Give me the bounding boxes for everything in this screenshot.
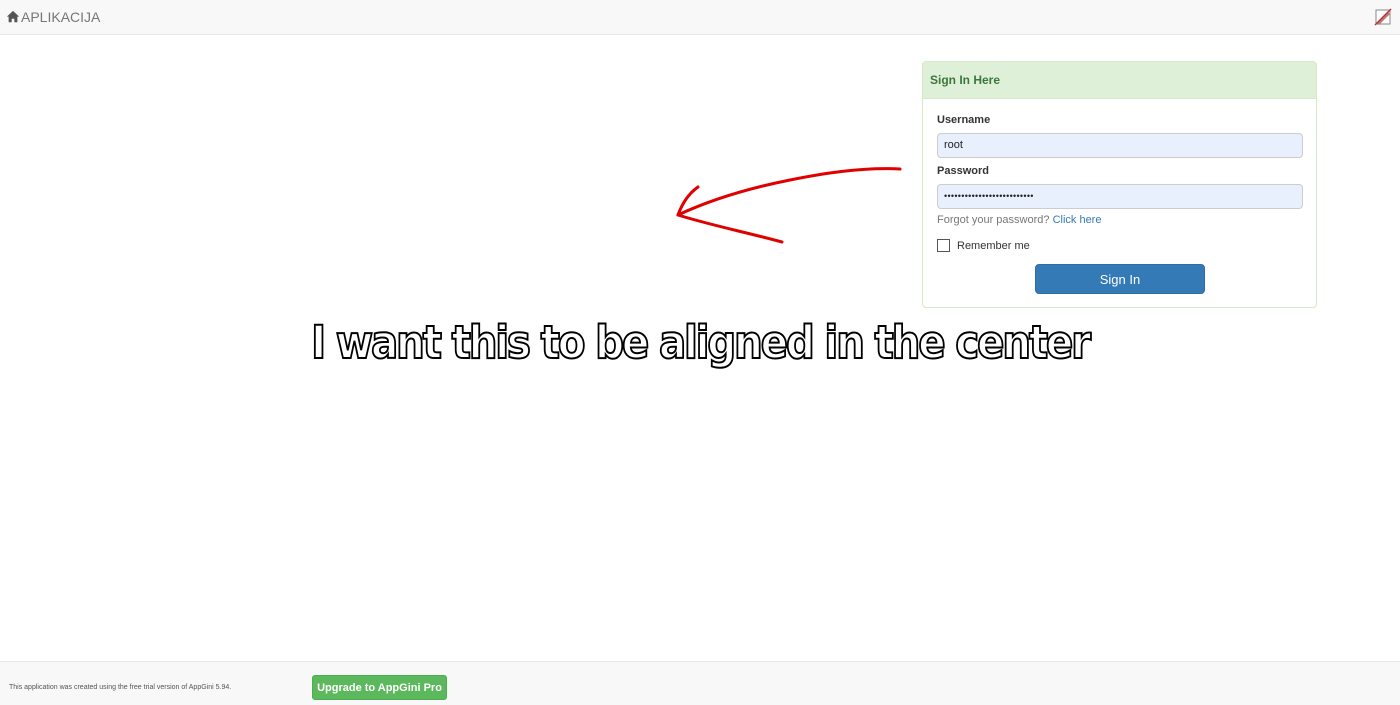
upgrade-button[interactable]: Upgrade to AppGini Pro [312,675,447,700]
password-input[interactable]: •••••••••••••••••••••••••• [937,184,1303,209]
footer-text: This application was created using the f… [9,684,232,691]
password-mask: •••••••••••••••••••••••••• [944,191,1034,201]
home-icon [6,10,20,23]
annotation-caption: I want this to be aligned in the center [310,315,1092,370]
password-label: Password [937,165,989,177]
logout-icon[interactable] [1373,7,1393,27]
annotation-arrow [676,167,902,244]
remember-me-label: Remember me [957,239,1030,252]
username-input[interactable]: root [937,133,1303,158]
sign-in-button[interactable]: Sign In [1035,264,1205,294]
signin-panel: Sign In Here Username root Password ••••… [922,61,1317,308]
remember-me[interactable]: Remember me [937,239,1030,252]
footer: This application was created using the f… [0,661,1400,705]
username-label: Username [937,114,991,126]
panel-title: Sign In Here [930,73,1001,87]
panel-heading: Sign In Here [923,62,1316,99]
forgot-password: Forgot your password? Click here [937,214,1101,226]
forgot-text: Forgot your password? [937,214,1050,226]
remember-me-checkbox[interactable] [937,239,950,252]
username-value: root [944,139,963,151]
forgot-password-link[interactable]: Click here [1053,214,1102,226]
brand-link[interactable]: APLIKACIJA [6,9,100,25]
brand-label: APLIKACIJA [21,9,101,25]
top-navbar: APLIKACIJA [0,0,1400,35]
